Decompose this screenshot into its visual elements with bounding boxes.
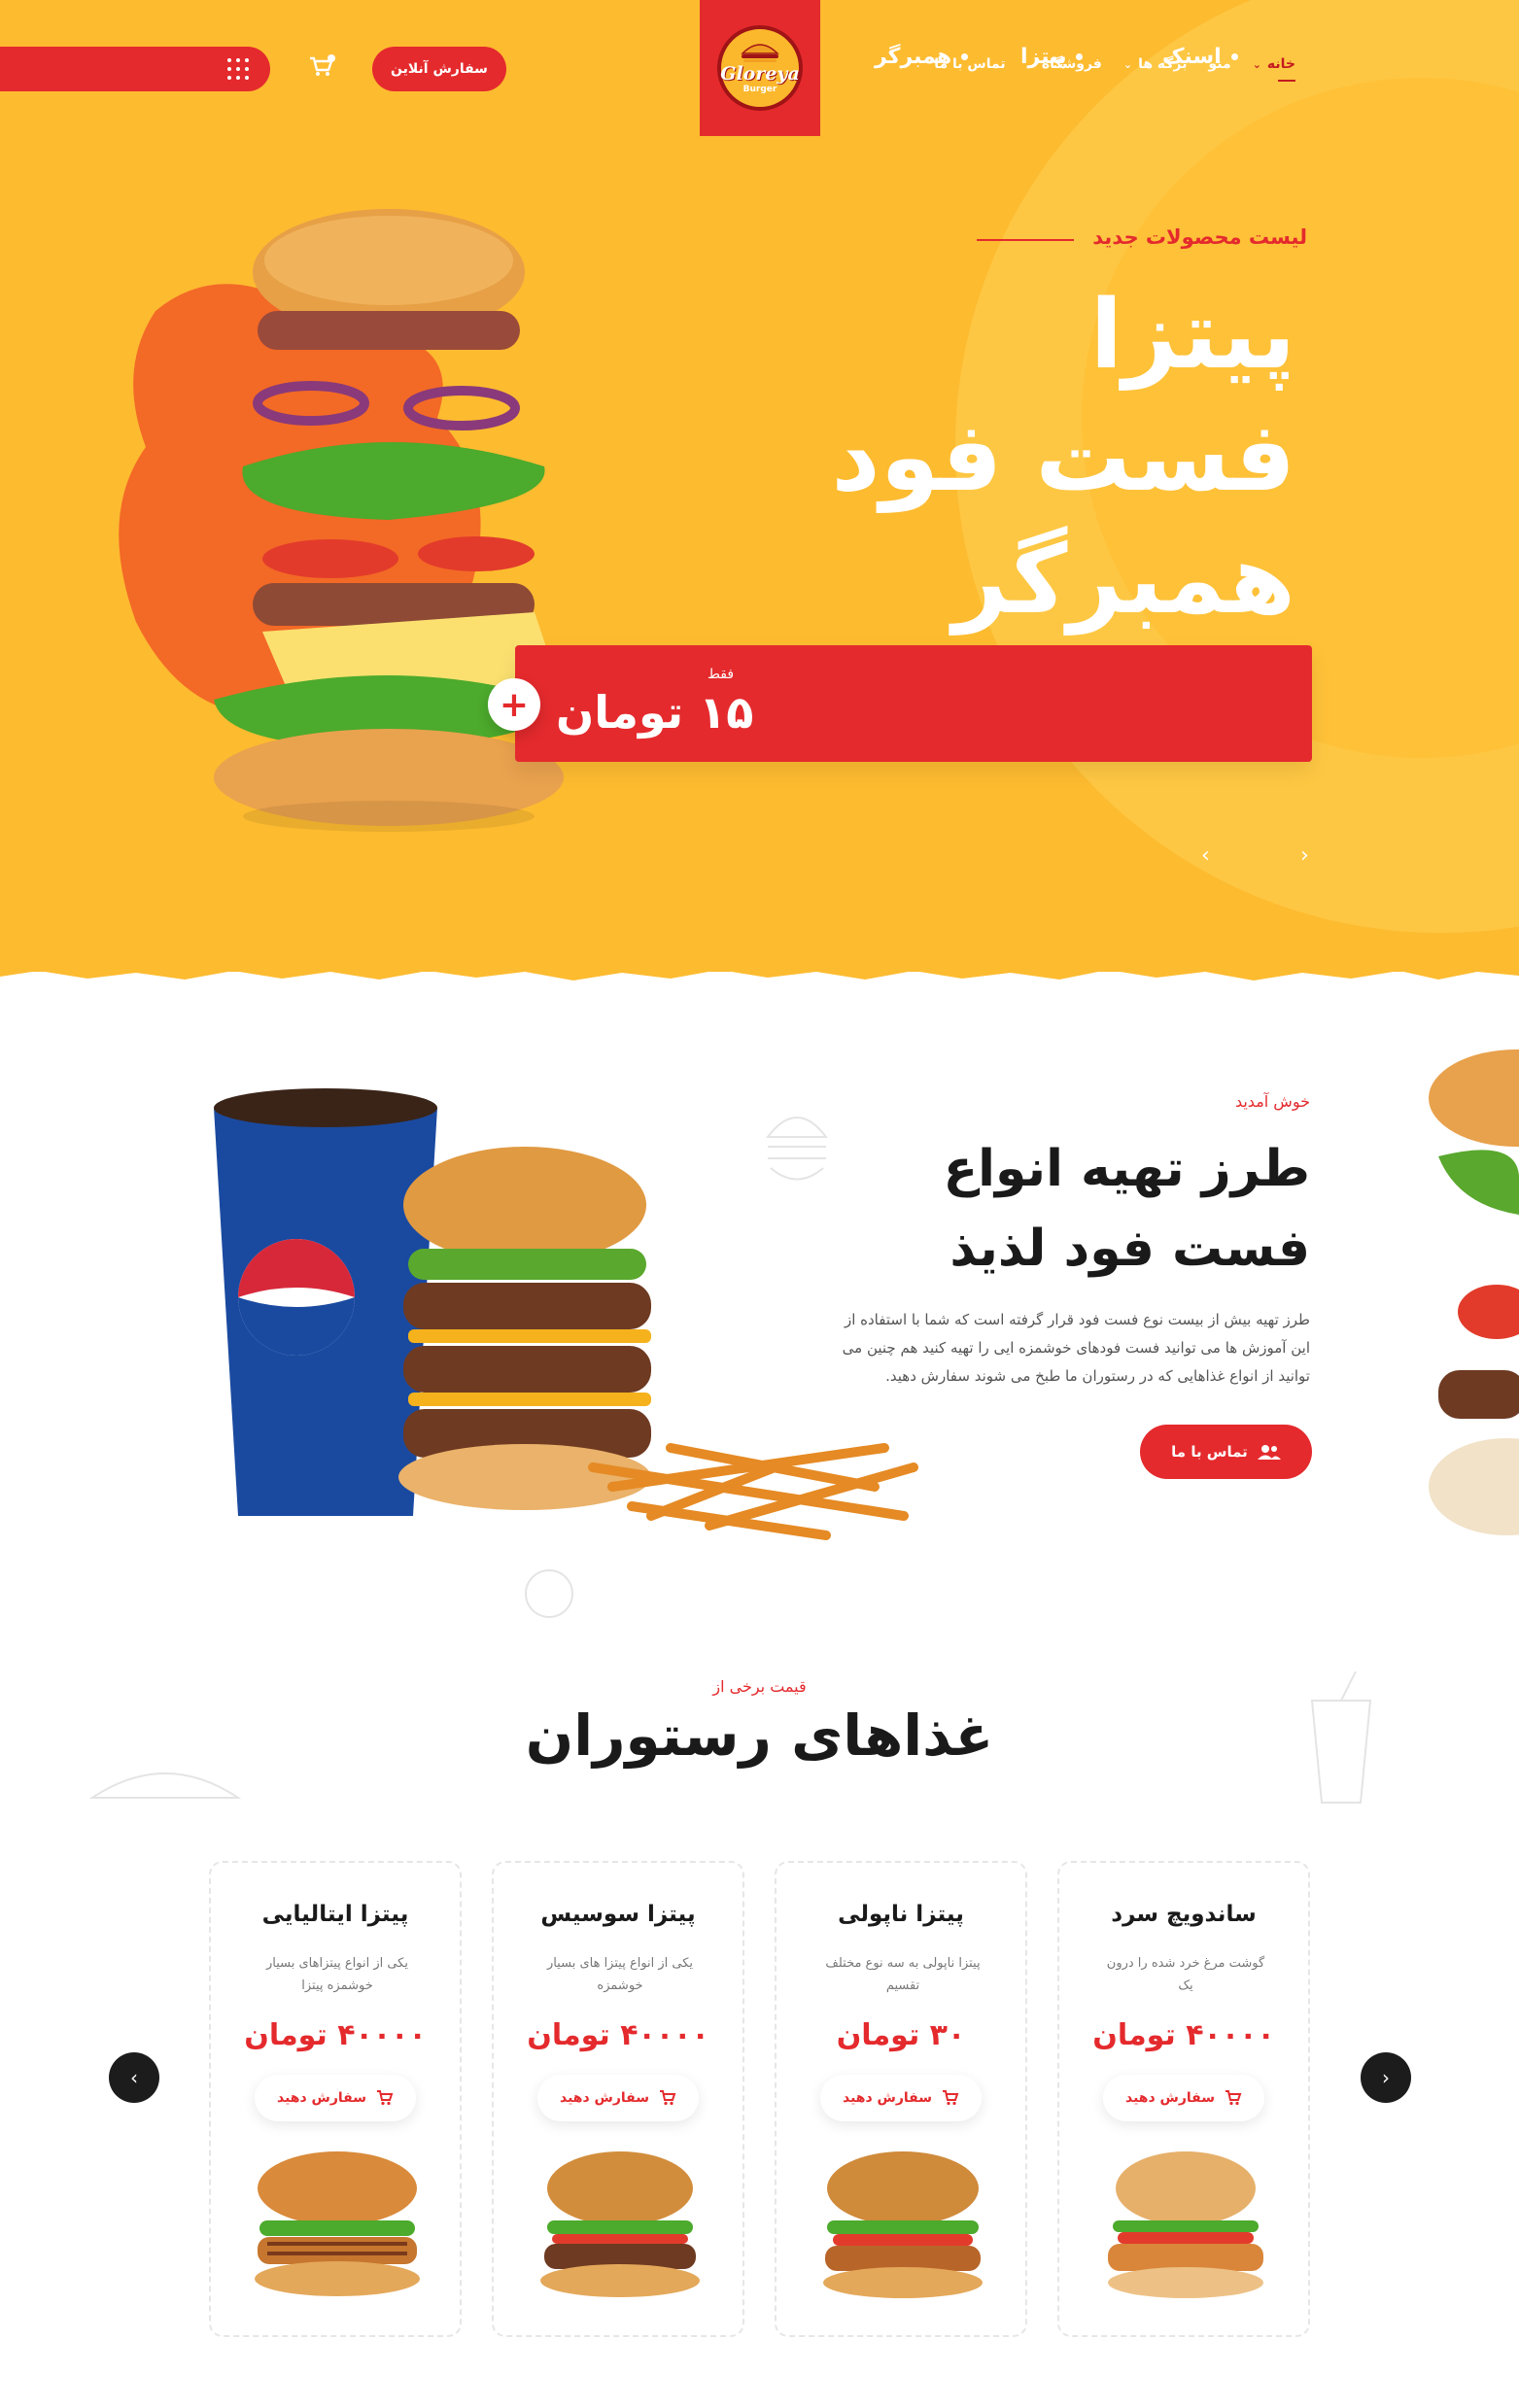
food-doodle-icon [525,1569,573,1618]
order-button[interactable]: سفارش دهید [1103,2075,1264,2121]
menu-card-name: پیتزا سوسیس [540,1902,696,1927]
hero-slider-prev[interactable]: ‹ [1201,843,1210,868]
hero-title-line: فست فود [831,402,1295,513]
order-button-label: سفارش دهید [1124,2090,1216,2106]
menu-card: پیتزا ایتالیایی یکی از انواع پیتزاهای بس… [209,1861,462,2337]
add-to-cart-button[interactable]: + [488,678,540,731]
hero-category-snack[interactable]: اسنک [1162,45,1238,69]
hero-category-label: پیتزا [1020,45,1067,69]
users-icon [1257,1445,1281,1460]
logo-badge: Gloreya Burger [717,25,803,111]
hero-tag: لیست محصولات جدید [1092,225,1307,249]
hero-category-label: همبرگر [875,45,952,69]
menu-card-price: ۴۰۰۰۰ تومان [244,2018,427,2052]
menu-card: ساندویچ سرد گوشت مرغ خرد شده را درون یک … [1057,1861,1310,2337]
logo[interactable]: Gloreya Burger [700,0,820,136]
menu-next-button[interactable]: › [1361,2052,1411,2103]
cart-icon [1226,2090,1242,2106]
order-button-label: سفارش دهید [276,2090,367,2106]
order-button[interactable]: سفارش دهید [537,2075,699,2121]
hero-price: ۱۵ تومان [556,686,754,739]
menu-card-name: ساندویچ سرد [1111,1902,1257,1927]
about-text: طرز تهیه بیش از بیست نوع فست فود قرار گر… [842,1311,1310,1385]
hero-title-line: پیتزا [1089,280,1295,391]
menu-card-name: پیتزا ناپولی [838,1902,964,1927]
menu-card: پیتزا سوسیس یکی از انواع پیتزا های بسیار… [492,1861,744,2337]
hero-category-pizza[interactable]: پیتزا [1020,45,1083,69]
cart-icon [943,2090,959,2106]
hero-slider-next[interactable]: › [1300,843,1309,868]
offcanvas-menu-bar[interactable] [0,47,270,91]
menu-title: غذاهای رستوران [525,1703,994,1769]
hero-tag-line [977,239,1074,241]
main-nav: خانه ⌄ منو برگه ها ⌄ فروشگاه ⌄ تماس با م… [934,56,1296,82]
contact-us-button[interactable]: تماس با ما [1140,1425,1312,1479]
logo-subtext: Burger [742,85,777,94]
cart-icon [377,2090,394,2106]
nav-item-label: خانه [1266,56,1295,72]
hero-section: سفارش آنلاین Gloreya Burger خانه ⌄ منو ب… [0,0,1519,972]
hero-title-line: همبرگر [952,525,1295,636]
menu-card-price: ۳۰ تومان [836,2018,966,2052]
side-burger-image [1429,1049,1519,1535]
hero-category-label: اسنک [1162,45,1222,69]
menu-card-desc: یکی از انواع پیتزا های بسیار خوشمزه [546,1956,694,1993]
burger-logo-icon [741,44,779,62]
grid-menu-icon[interactable] [227,58,249,80]
cart-badge [328,54,335,62]
burger-image [255,2151,420,2296]
menu-card: پیتزا ناپولی پیتزا ناپولی به سه نوع مختل… [775,1861,1027,2337]
menu-card-price: ۴۰۰۰۰ تومان [527,2018,709,2052]
menu-kicker: قیمت برخی از [712,1677,807,1696]
cart-icon [660,2090,676,2106]
chevron-down-icon: ⌄ [1252,57,1261,71]
menu-card-desc: گوشت مرغ خرد شده را درون یک [1106,1956,1265,1993]
about-title-line: فست فود لذیذ [949,1220,1310,1278]
torn-paper-edge [0,962,1519,980]
order-button-label: سفارش دهید [842,2090,933,2106]
order-button[interactable]: سفارش دهید [255,2075,416,2121]
menu-card-price: ۴۰۰۰۰ تومان [1092,2018,1275,2052]
about-title: طرز تهیه انواع فست فود لذیذ [766,1129,1310,1289]
order-button[interactable]: سفارش دهید [820,2075,982,2121]
nav-item-home[interactable]: خانه ⌄ [1252,56,1296,82]
contact-us-label: تماس با ما [1171,1443,1248,1461]
menu-card-name: پیتزا ایتالیایی [261,1902,409,1927]
menu-card-desc: پیتزا ناپولی به سه نوع مختلف تقسیم [825,1956,981,1993]
about-title-line: طرز تهیه انواع [943,1140,1310,1198]
chevron-down-icon: ⌄ [1122,57,1133,71]
sandwich-image [1108,2151,1263,2298]
order-online-button[interactable]: سفارش آنلاین [372,47,506,91]
menu-card-desc: یکی از انواع پیتزاهای بسیار خوشمزه پیتزا [266,1956,408,1993]
burger-image [540,2151,700,2297]
hero-title: پیتزا فست فود همبرگر [615,274,1295,641]
hero-category-burger[interactable]: همبرگر [875,45,968,69]
about-kicker: خوش آمدید [1234,1092,1310,1111]
order-button-label: سفارش دهید [559,2090,650,2106]
burger-image [823,2151,983,2298]
logo-text: Gloreya [720,63,800,85]
menu-prev-button[interactable]: ‹ [109,2052,159,2103]
hero-price-prefix: فقط [708,667,735,682]
